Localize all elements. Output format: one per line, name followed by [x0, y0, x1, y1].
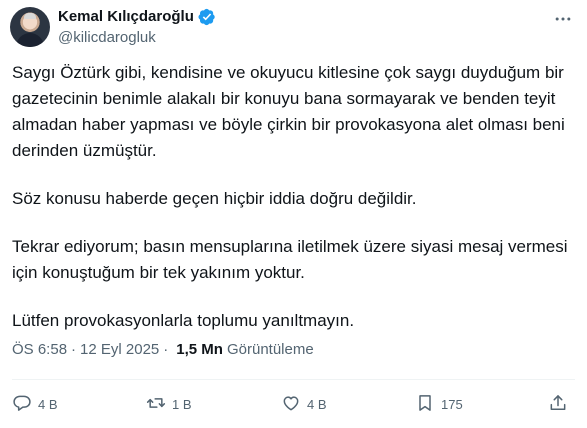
tweet-text: Saygı Öztürk gibi, kendisine ve okuyucu …	[12, 60, 582, 356]
repost-button[interactable]: 1 B	[146, 390, 192, 418]
reply-button[interactable]: 4 B	[12, 390, 58, 418]
bookmark-icon	[415, 393, 435, 416]
heart-icon	[281, 393, 301, 416]
author-avatar[interactable]	[10, 7, 50, 47]
tweet-paragraph: Tekrar ediyorum; basın mensuplarına ilet…	[12, 237, 568, 282]
meta-separator: ·	[71, 341, 77, 358]
repost-icon	[146, 393, 166, 416]
verified-badge-icon	[198, 8, 216, 26]
author-handle[interactable]: @kilicdarogluk	[58, 28, 156, 48]
share-icon	[548, 393, 568, 416]
tweet-paragraph: Saygı Öztürk gibi, kendisine ve okuyucu …	[12, 63, 565, 160]
meta-separator: ·	[163, 341, 169, 358]
views-count: 1,5 Mn	[176, 341, 223, 358]
repost-count: 1 B	[172, 396, 192, 412]
bookmark-button[interactable]: 175	[415, 390, 463, 418]
bookmark-count: 175	[441, 396, 463, 412]
tweet-actions: 4 B 1 B 4 B 175	[0, 390, 587, 418]
tweet-date[interactable]: 12 Eyl 2025	[80, 340, 159, 360]
tweet-paragraph: Söz konusu haberde geçen hiçbir iddia do…	[12, 189, 417, 208]
tweet-time[interactable]: ÖS 6:58	[12, 340, 67, 360]
tweet-paragraph: Lütfen provokasyonlarla toplumu yanıltma…	[12, 311, 355, 330]
share-button[interactable]	[548, 390, 568, 418]
author-name-row: Kemal Kılıçdaroğlu	[58, 7, 216, 27]
reply-count: 4 B	[38, 396, 58, 412]
views-label: Görüntüleme	[226, 341, 314, 358]
divider	[12, 379, 575, 380]
reply-icon	[12, 393, 32, 416]
tweet-meta: ÖS 6:58 · 12 Eyl 2025 · 1,5 Mn Görüntüle…	[12, 340, 314, 360]
more-dots-icon[interactable]	[552, 8, 574, 30]
author-display-name[interactable]: Kemal Kılıçdaroğlu	[58, 7, 194, 27]
like-count: 4 B	[307, 396, 327, 412]
tweet-header: Kemal Kılıçdaroğlu @kilicdarogluk	[0, 0, 587, 56]
like-button[interactable]: 4 B	[281, 390, 327, 418]
